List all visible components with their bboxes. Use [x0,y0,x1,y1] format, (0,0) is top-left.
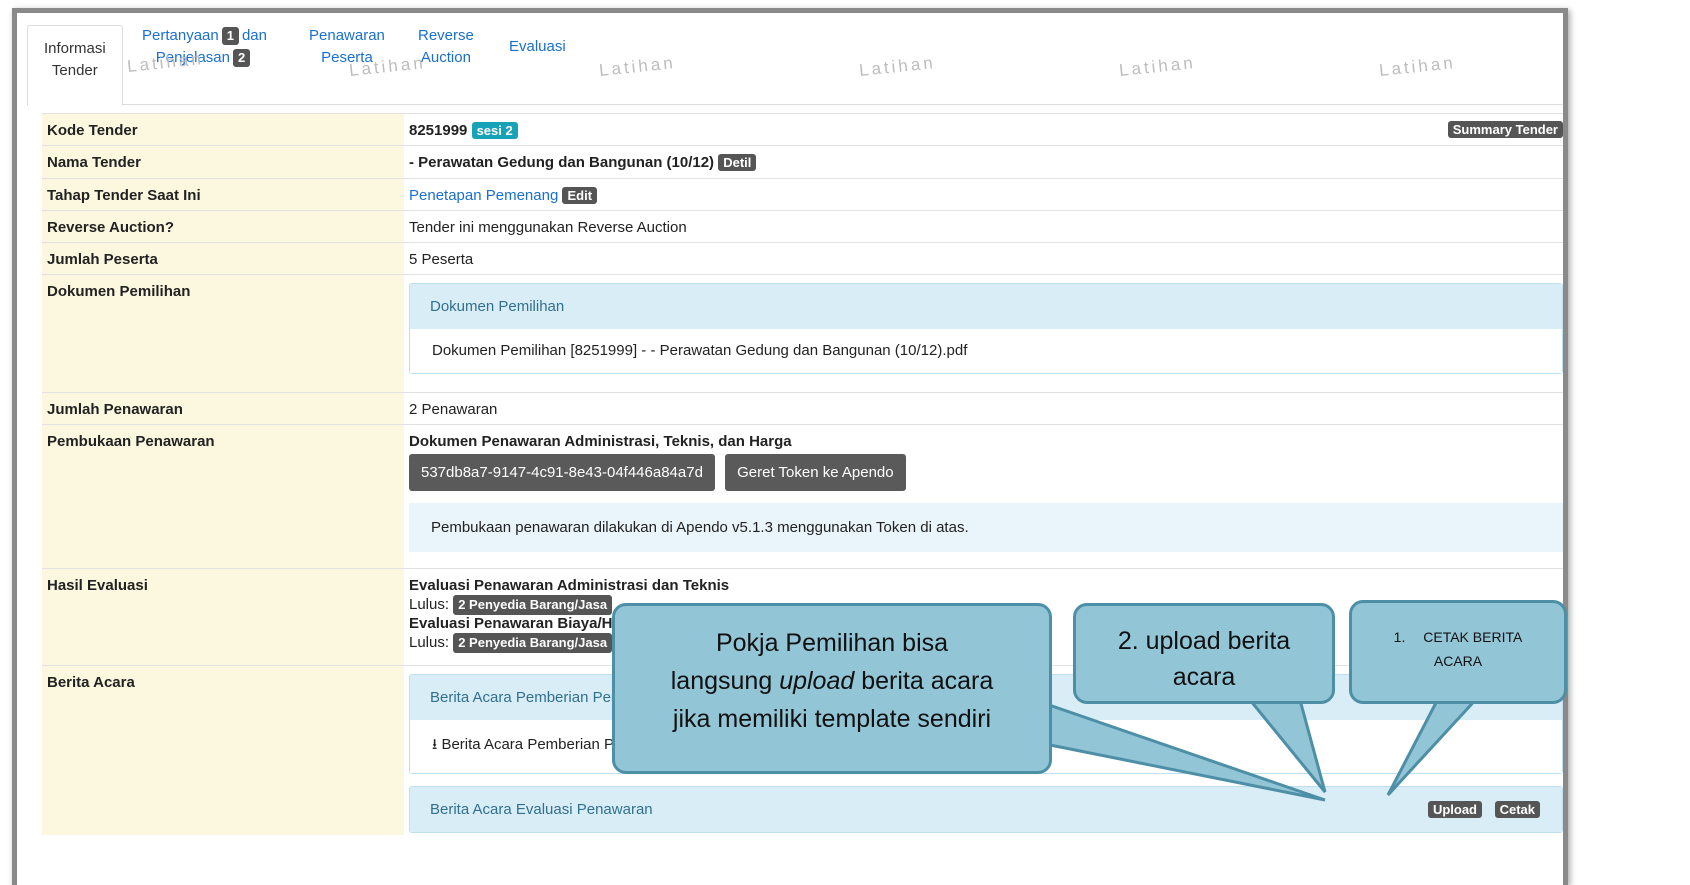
callout-1-line3: jika memiliki template sendiri [672,705,992,733]
callout-2-text: 2. upload berita acara [1117,627,1291,691]
callout-1-line1: Pokja Pemilihan bisa [715,629,949,657]
callout-1-line2b: upload [779,667,855,695]
callout-1-line2c: berita acara [854,667,994,695]
callout-cetak-berita: 1. CETAK BERITA ACARA [1349,600,1567,704]
callout-upload-template: Pokja Pemilihan bisa langsung upload ber… [612,603,1052,774]
callout-1-line2a: langsung [670,667,780,695]
callout-upload-berita: 2. upload berita acara [1073,603,1335,704]
callout-3-text: CETAK BERITA ACARA [1423,629,1523,669]
callout-3-tail [1386,693,1484,797]
callout-3-number: 1. [1393,629,1406,645]
callout-1-line2: langsung upload berita acara [615,662,1049,700]
